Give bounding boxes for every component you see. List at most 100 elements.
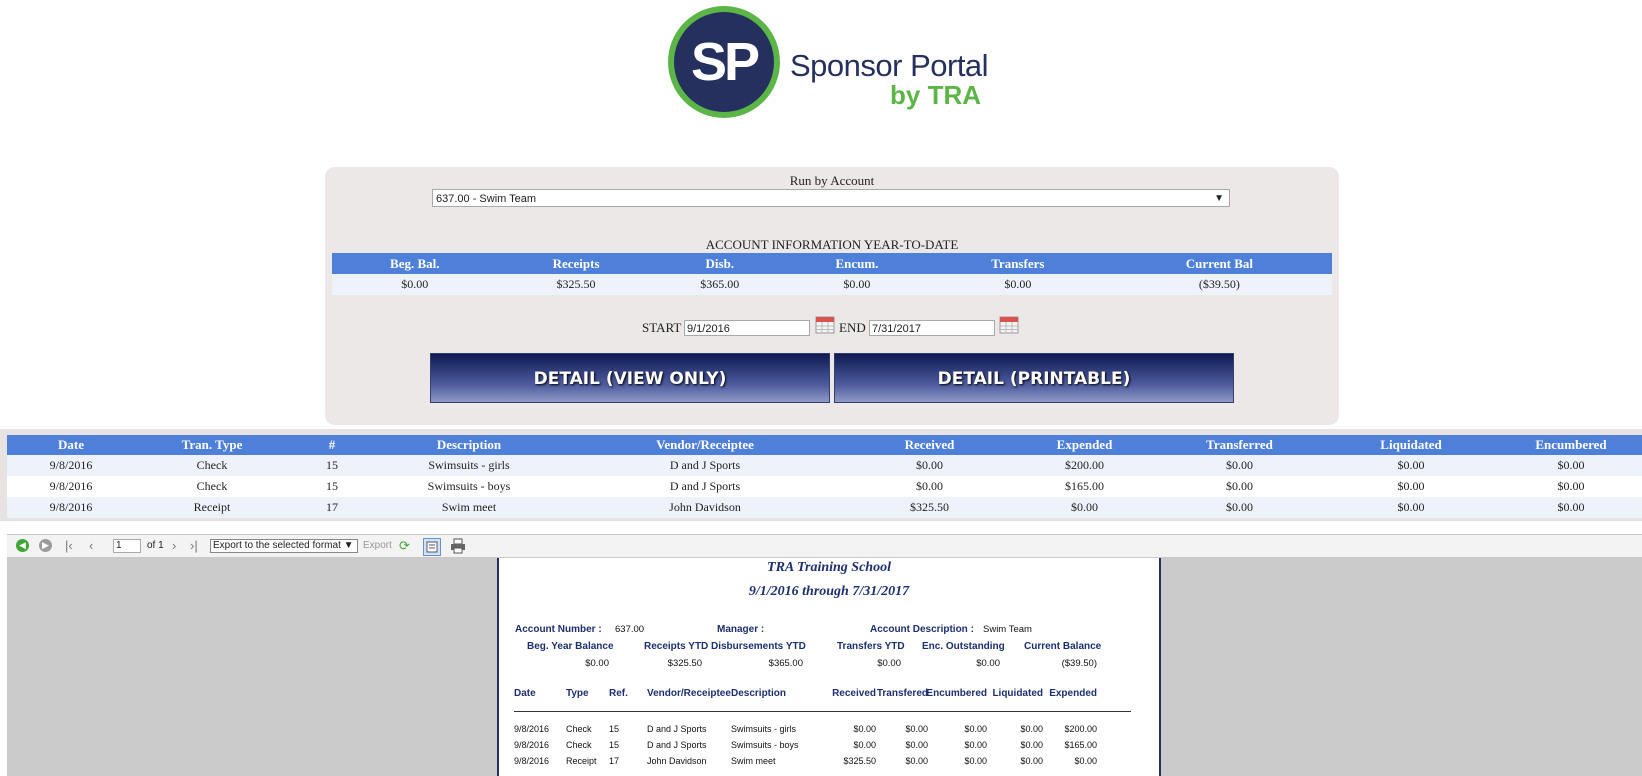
summary-value: $0.00 (332, 274, 498, 295)
column-header: Tran. Type (135, 435, 289, 455)
table-cell: Swimsuits - boys (375, 476, 563, 497)
table-cell: 9/8/2016 (7, 476, 135, 497)
table-row[interactable]: 9/8/2016 Receipt 17 Swim meet John Davidson $… (7, 497, 1642, 518)
detail-cell: Swimsuits - boys (731, 740, 799, 750)
date-range-row: START 9/1/2016 END 7/31/2017 (325, 314, 1339, 340)
table-cell: 15 (289, 476, 375, 497)
detail-header: Liquidated (992, 688, 1043, 699)
first-page-icon[interactable]: |‹ (65, 539, 73, 553)
table-row[interactable]: 9/8/2016 Check 15 Swimsuits - girls D and J … (7, 455, 1642, 476)
detail-cell: $0.00 (1020, 724, 1043, 734)
balance-value: $365.00 (768, 658, 803, 669)
table-cell: Swim meet (375, 497, 563, 518)
start-date-input[interactable]: 9/1/2016 (684, 320, 810, 336)
table-cell: $0.00 (1500, 476, 1642, 497)
summary-header: Disb. (654, 253, 786, 274)
report-page: TRA Training School 9/1/2016 through 7/3… (497, 558, 1161, 776)
export-format-value: Export to the selected format (213, 540, 341, 551)
account-select[interactable]: 637.00 - Swim Team ▼ (432, 189, 1230, 207)
calendar-icon[interactable] (815, 314, 835, 334)
detail-header: Description (731, 688, 787, 699)
summary-value: $0.00 (785, 274, 929, 295)
detail-cell: 9/8/2016 (514, 740, 550, 750)
column-header: Encumbered (1500, 435, 1642, 455)
column-header: Expended (1012, 435, 1157, 455)
page-number-input[interactable]: 1 (113, 539, 141, 553)
table-cell: $0.00 (1500, 497, 1642, 518)
table-cell: Check (135, 455, 289, 476)
balance-header: Disbursements YTD (711, 641, 806, 652)
table-cell: $0.00 (1322, 497, 1500, 518)
detail-header: Vendor/Receiptee (647, 688, 731, 699)
detail-cell: $0.00 (964, 724, 987, 734)
refresh-icon[interactable]: ⟳ (399, 539, 410, 553)
next-page-icon[interactable]: › (172, 539, 176, 553)
back-icon[interactable]: ◀ (16, 539, 29, 552)
detail-header: Type (566, 688, 589, 699)
summary-header: Current Bal (1106, 253, 1332, 274)
table-cell: $0.00 (1157, 476, 1322, 497)
detail-cell: $0.00 (905, 756, 928, 766)
table-cell: $165.00 (1012, 476, 1157, 497)
table-cell: $0.00 (1157, 455, 1322, 476)
detail-header: Encumbered (926, 688, 987, 699)
table-cell: 9/8/2016 (7, 455, 135, 476)
balance-header: Transfers YTD (837, 641, 905, 652)
balance-header: Receipts YTD (644, 641, 709, 652)
report-date-range: 9/1/2016 through 7/31/2017 (748, 584, 910, 599)
detail-header: Ref. (609, 688, 628, 699)
table-cell: Check (135, 476, 289, 497)
account-description-label: Account Description : (870, 624, 974, 635)
table-row[interactable]: 9/8/2016 Check 15 Swimsuits - boys D and J S… (7, 476, 1642, 497)
forward-icon[interactable]: ▶ (39, 539, 52, 552)
detail-header: Received (832, 688, 876, 699)
calendar-icon[interactable] (999, 314, 1019, 334)
column-header: # (289, 435, 375, 455)
summary-header: Beg. Bal. (332, 253, 498, 274)
detail-cell: D and J Sports (647, 740, 707, 750)
account-number-label: Account Number : (515, 624, 602, 635)
balance-value: $0.00 (585, 658, 609, 669)
dropdown-arrow-icon: ▼ (1214, 193, 1224, 204)
summary-value: $365.00 (654, 274, 786, 295)
detail-cell: 9/8/2016 (514, 756, 550, 766)
summary-value: $325.50 (497, 274, 655, 295)
export-format-select[interactable]: Export to the selected format ▼ (210, 539, 358, 553)
detail-printable-button[interactable]: DETAIL (PRINTABLE) (834, 353, 1234, 403)
export-link[interactable]: Export (363, 539, 392, 553)
table-cell: $0.00 (847, 455, 1012, 476)
table-cell: $0.00 (1322, 476, 1500, 497)
logo-title: Sponsor Portal (790, 48, 989, 83)
column-header: Description (375, 435, 563, 455)
table-cell: 9/8/2016 (7, 497, 135, 518)
summary-header: Encum. (785, 253, 929, 274)
detail-cell: Swimsuits - girls (731, 724, 797, 734)
last-page-icon[interactable]: ›| (190, 539, 198, 553)
column-header: Transferred (1157, 435, 1322, 455)
table-cell: Swimsuits - girls (375, 455, 563, 476)
transactions-section: Date Tran. Type # Description Vendor/Receipt… (0, 429, 1642, 521)
summary-header: Receipts (497, 253, 655, 274)
previous-page-icon[interactable]: ‹ (89, 539, 93, 553)
detail-cell: 15 (609, 740, 620, 750)
print-layout-icon[interactable] (423, 538, 441, 556)
manager-label: Manager : (717, 624, 765, 635)
end-label: END (839, 320, 866, 335)
print-icon[interactable] (450, 538, 466, 554)
detail-cell: $0.00 (905, 740, 928, 750)
detail-cell: 9/8/2016 (514, 724, 550, 734)
run-by-account-label: Run by Account (789, 173, 875, 188)
column-header: Date (7, 435, 135, 455)
logo-initials: SP (674, 12, 774, 112)
detail-cell: Swim meet (731, 756, 776, 766)
account-info-title: ACCOUNT INFORMATION YEAR-TO-DATE (705, 237, 959, 252)
detail-cell: $0.00 (1074, 756, 1097, 766)
report-viewer: ◀ ▶ |‹ ‹ 1 of 1 › ›| Export to the selec… (7, 534, 1642, 776)
account-description-value: Swim Team (983, 624, 1032, 635)
table-cell: $0.00 (847, 476, 1012, 497)
balance-header: Beg. Year Balance (527, 641, 614, 652)
detail-view-only-button[interactable]: DETAIL (VIEW ONLY) (430, 353, 830, 403)
end-date-input[interactable]: 7/31/2017 (869, 320, 995, 336)
detail-cell: D and J Sports (647, 724, 707, 734)
detail-cell: $0.00 (1020, 756, 1043, 766)
